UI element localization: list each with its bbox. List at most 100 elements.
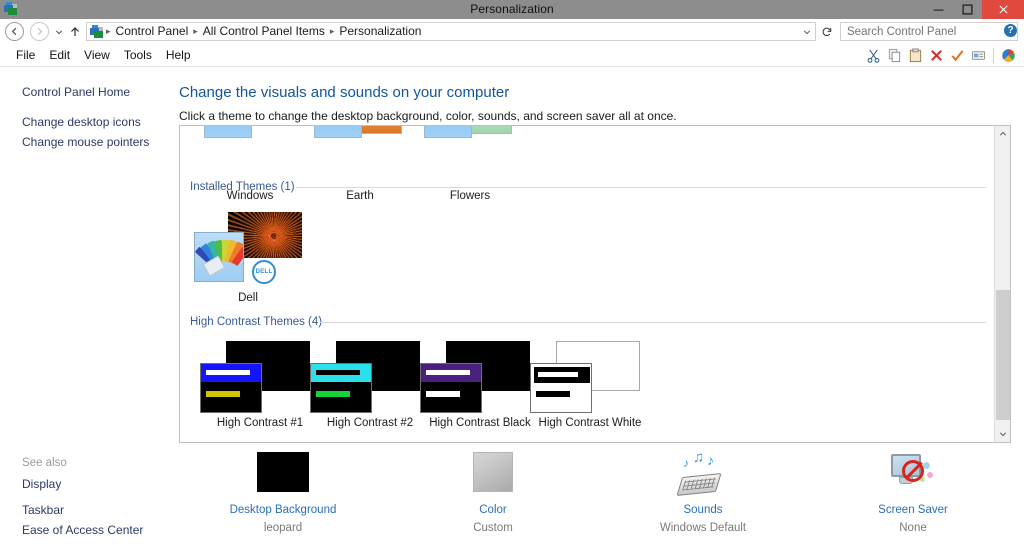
installed-themes-header: Installed Themes (1) (190, 181, 295, 193)
address-bar[interactable]: ▸ Control Panel ▸ All Control Panel Item… (86, 22, 816, 41)
screen-saver-link[interactable]: Screen Saver (808, 504, 1018, 516)
theme-label: Earth (300, 190, 420, 202)
themes-list: Windows Earth Flowers (180, 126, 996, 443)
delete-icon[interactable] (927, 46, 946, 65)
sidebar-item-change-desktop-icons[interactable]: Change desktop icons (0, 115, 141, 129)
vertical-scrollbar[interactable] (994, 126, 1010, 442)
theme-thumbnail (200, 363, 262, 413)
sounds-link[interactable]: Sounds (598, 504, 808, 516)
desktop-background-value: leopard (178, 522, 388, 534)
theme-thumbnail (314, 126, 362, 138)
desktop-background-swatch (257, 452, 309, 496)
theme-tile-high-contrast-1[interactable]: High Contrast #1 (200, 341, 310, 413)
sidebar-item-taskbar[interactable]: Taskbar (0, 503, 64, 517)
window-title: Personalization (0, 0, 1024, 19)
theme-label: Flowers (410, 190, 530, 202)
theme-tile-high-contrast-black[interactable]: High Contrast Black (420, 341, 530, 413)
color-link[interactable]: Color (388, 504, 598, 516)
theme-icon (194, 232, 244, 282)
theme-thumbnail (204, 126, 252, 138)
theme-tile-high-contrast-white[interactable]: High Contrast White (530, 341, 640, 413)
menu-view[interactable]: View (77, 44, 117, 66)
title-bar: Personalization (0, 0, 1024, 19)
setting-desktop-background[interactable]: Desktop Background leopard (178, 452, 388, 534)
sounds-icon: ♪ ♫ ♪ (677, 452, 729, 496)
page-subtitle: Click a theme to change the desktop back… (179, 109, 677, 123)
breadcrumb-separator: ▸ (328, 26, 337, 37)
breadcrumb-control-panel[interactable]: Control Panel (113, 23, 192, 40)
high-contrast-themes-header: High Contrast Themes (4) (190, 316, 322, 328)
checkmark-icon[interactable] (948, 46, 967, 65)
control-panel-icon (4, 2, 19, 17)
help-button[interactable]: ? (1004, 24, 1017, 37)
up-arrow-icon[interactable] (67, 23, 82, 40)
left-navigation-pane: Control Panel Home Change desktop icons … (0, 67, 170, 545)
back-arrow-icon[interactable] (5, 22, 24, 41)
sidebar-item-display[interactable]: Display (0, 477, 61, 491)
refresh-icon[interactable] (817, 22, 836, 41)
scroll-down-button[interactable] (995, 426, 1010, 442)
recent-locations-icon[interactable] (52, 23, 65, 40)
search-box[interactable] (840, 22, 1018, 41)
music-note-icon: ♫ (693, 449, 704, 466)
theme-label: High Contrast White (510, 417, 670, 429)
sidebar-item-ease-of-access-center[interactable]: Ease of Access Center (0, 523, 143, 537)
rename-icon[interactable] (969, 46, 988, 65)
screen-saver-value: None (808, 522, 1018, 534)
scrollbar-thumb[interactable] (996, 290, 1010, 420)
menu-toolbar (864, 44, 1018, 66)
personalization-window: Personalization (0, 0, 1024, 545)
search-input[interactable] (841, 25, 1003, 39)
address-dropdown-icon[interactable] (798, 23, 815, 40)
paste-icon[interactable] (906, 46, 925, 65)
section-divider (296, 187, 986, 188)
address-control-panel-icon (90, 25, 104, 39)
sidebar-item-change-mouse-pointers[interactable]: Change mouse pointers (0, 135, 149, 149)
theme-thumbnail (310, 363, 372, 413)
help-center-icon[interactable] (999, 46, 1018, 65)
close-button[interactable] (982, 0, 1024, 19)
see-also-heading: See also (22, 457, 67, 469)
menu-edit[interactable]: Edit (42, 44, 77, 66)
theme-thumbnail-secondary (360, 126, 402, 134)
maximize-button[interactable] (953, 0, 982, 19)
music-note-icon: ♪ (683, 456, 689, 470)
theme-thumbnail (424, 126, 472, 138)
personalization-settings-row: Desktop Background leopard Color Custom … (170, 452, 1024, 545)
menu-file[interactable]: File (9, 44, 42, 66)
setting-screen-saver[interactable]: Screen Saver None (808, 452, 1018, 534)
theme-thumbnail-secondary (470, 126, 512, 134)
main-content: Change the visuals and sounds on your co… (170, 67, 1024, 545)
toolbar-separator (993, 48, 994, 63)
minimize-button[interactable] (924, 0, 953, 19)
menu-tools[interactable]: Tools (117, 44, 159, 66)
theme-tile-dell[interactable]: DELL Dell (194, 204, 314, 300)
menu-bar: File Edit View Tools Help (0, 44, 1024, 67)
themes-scroll-panel: Windows Earth Flowers (179, 125, 1011, 443)
desktop-background-link[interactable]: Desktop Background (178, 504, 388, 516)
breadcrumb-separator: ▸ (104, 26, 113, 37)
dell-logo: DELL (252, 260, 276, 284)
color-value: Custom (388, 522, 598, 534)
screen-saver-none-icon (887, 452, 939, 496)
theme-tile-high-contrast-2[interactable]: High Contrast #2 (310, 341, 420, 413)
breadcrumb-all-control-panel-items[interactable]: All Control Panel Items (200, 23, 328, 40)
breadcrumb-separator: ▸ (191, 26, 200, 37)
address-row: ▸ Control Panel ▸ All Control Panel Item… (0, 19, 1024, 44)
page-title: Change the visuals and sounds on your co… (179, 84, 509, 101)
music-note-icon: ♪ (707, 452, 714, 468)
theme-thumbnail (420, 363, 482, 413)
setting-color[interactable]: Color Custom (388, 452, 598, 534)
sidebar-item-control-panel-home[interactable]: Control Panel Home (0, 85, 130, 99)
cut-icon[interactable] (864, 46, 883, 65)
setting-sounds[interactable]: ♪ ♫ ♪ Sounds Windows Default (598, 452, 808, 534)
forward-arrow-icon[interactable] (30, 22, 49, 41)
sounds-value: Windows Default (598, 522, 808, 534)
window-controls (924, 0, 1024, 19)
scroll-up-button[interactable] (995, 126, 1010, 142)
theme-thumbnail (530, 363, 592, 413)
theme-label: Dell (188, 292, 308, 304)
breadcrumb-personalization[interactable]: Personalization (336, 23, 424, 40)
menu-help[interactable]: Help (159, 44, 198, 66)
copy-icon[interactable] (885, 46, 904, 65)
